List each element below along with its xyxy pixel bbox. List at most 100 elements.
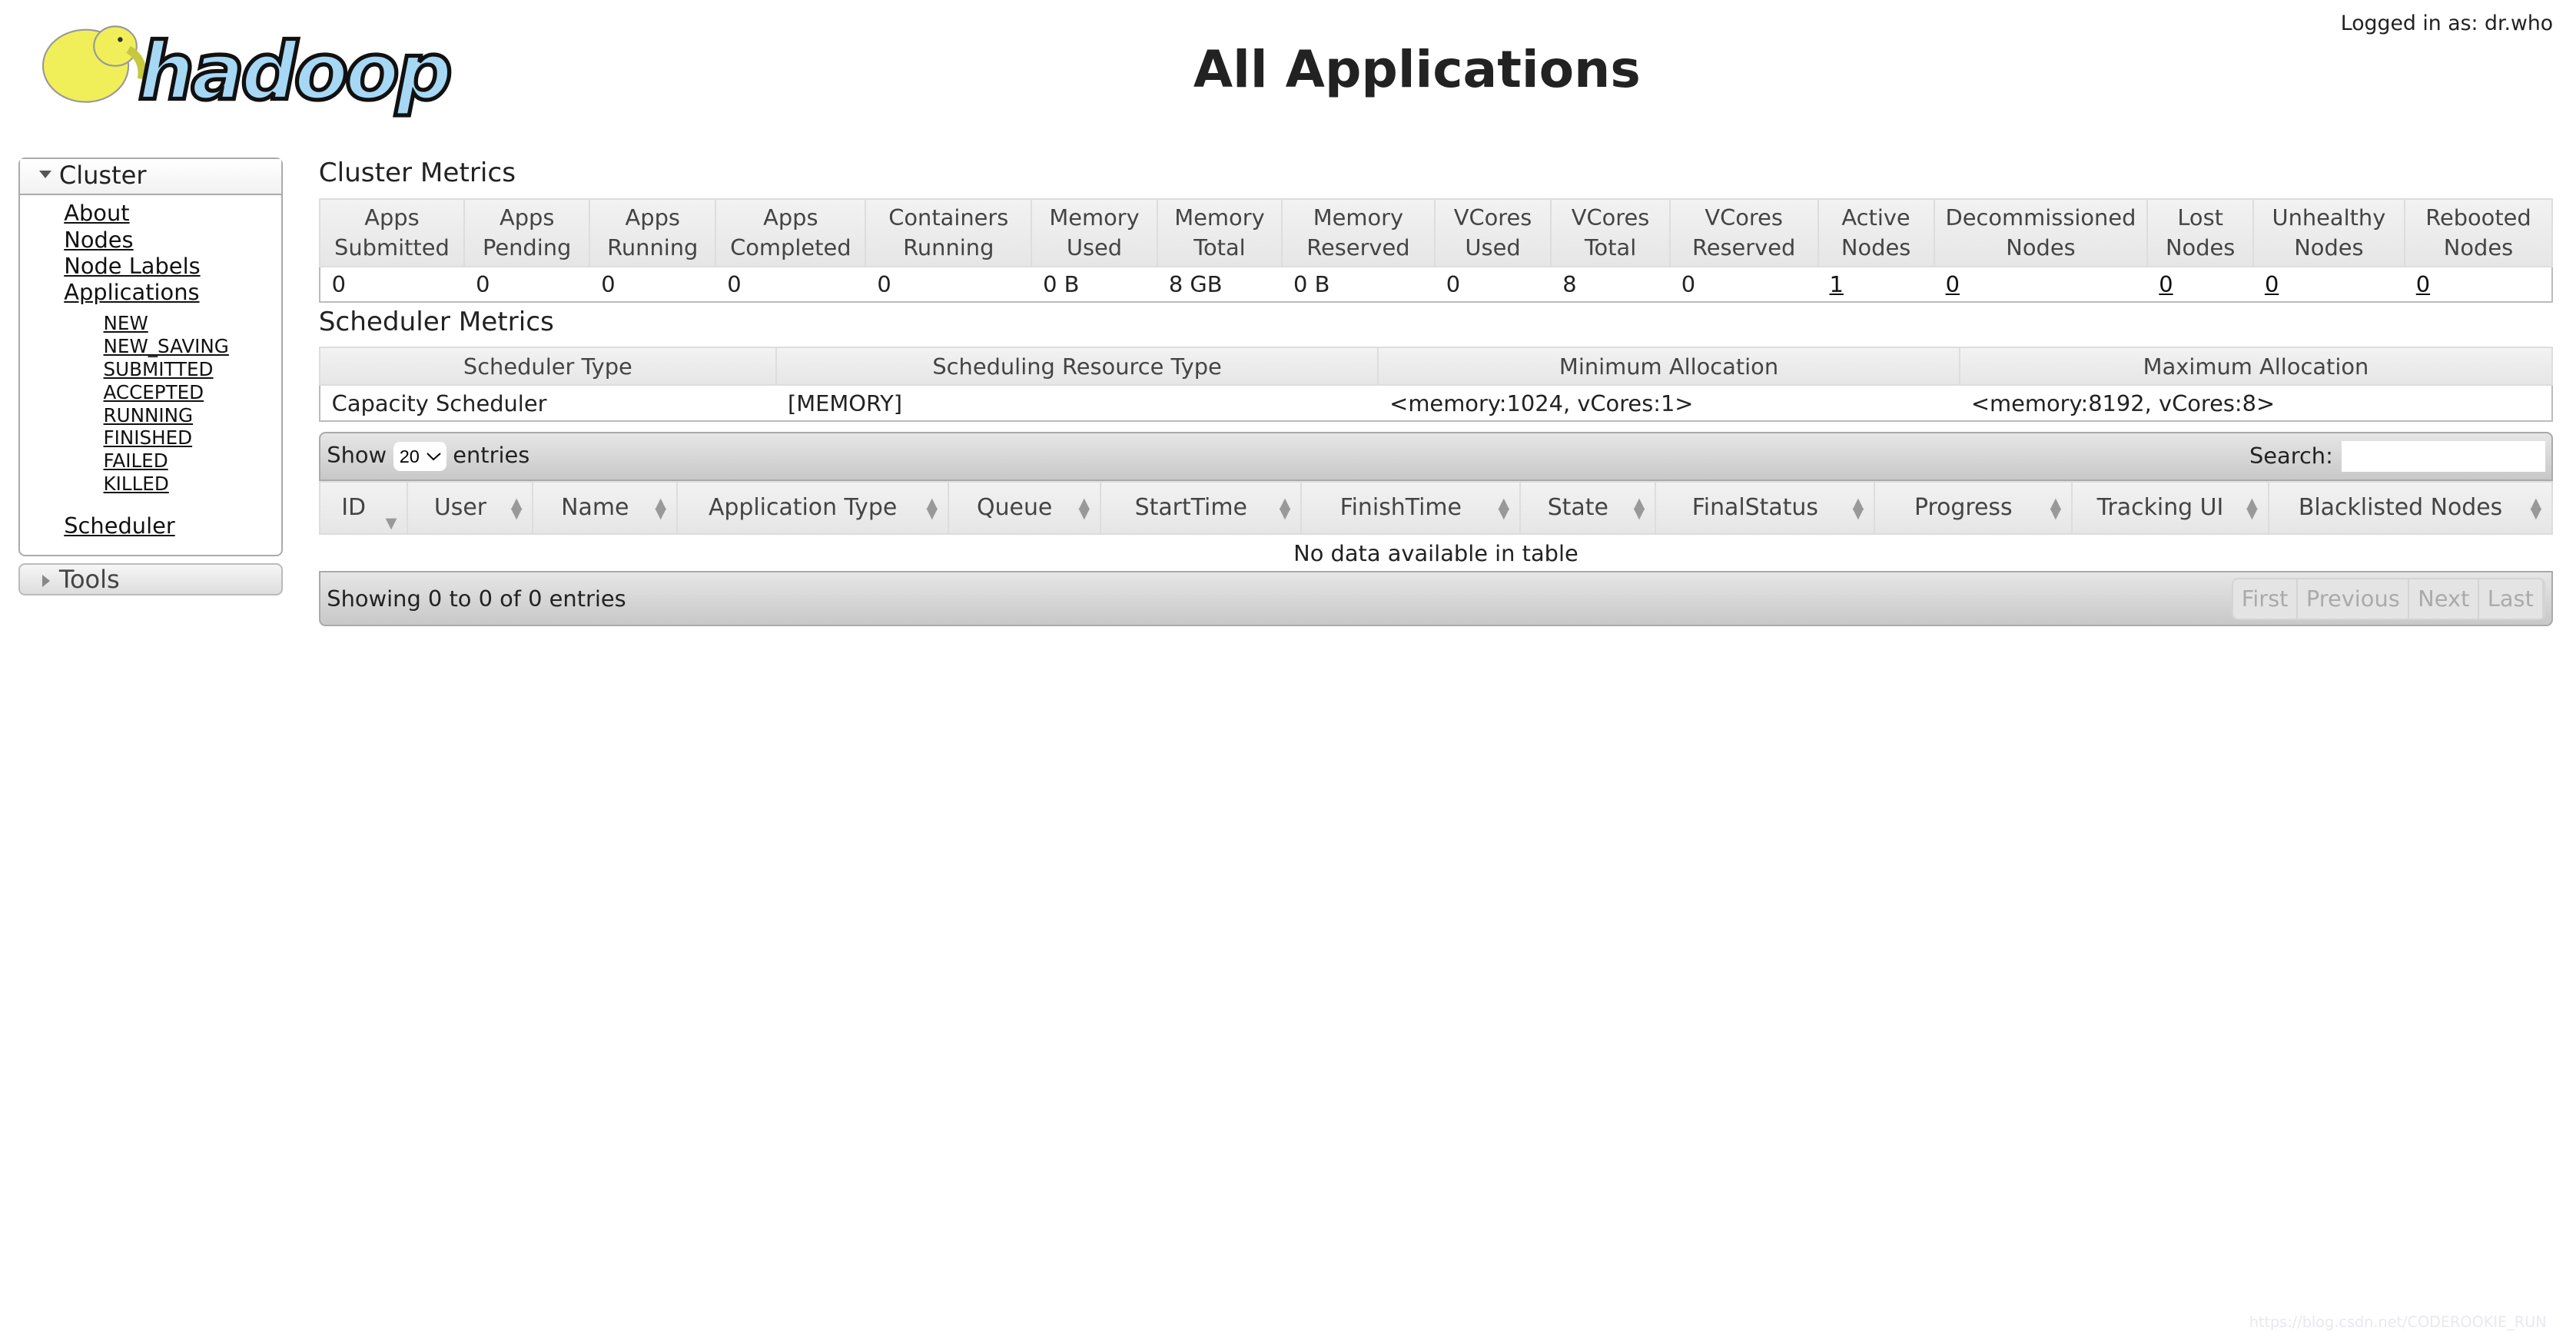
tools-panel[interactable]: Tools [18,562,283,596]
metric-header-line1: Containers [888,204,1009,231]
metric-header-line1: Apps [499,204,555,231]
sort-icon: ▲ ▼ [2246,494,2258,523]
sort-icon: ▲ ▼ [2050,494,2062,523]
metric-header-line1: Apps [364,204,420,231]
column-header[interactable]: Blacklisted Nodes ▲ ▼ [2267,481,2554,536]
sidebar: Cluster About Nodes Node Labels Applicat… [18,158,283,596]
metric-header: Apps Running [589,198,717,267]
column-header[interactable]: Progress ▲ ▼ [1874,481,2073,536]
metric-header-line2: Running [903,234,994,260]
metric-value: 0 [2253,267,2405,303]
metric-link[interactable]: 1 [1829,271,1843,297]
metric-value: 0 B [1293,270,1330,297]
search-input[interactable] [2341,440,2545,473]
column-header[interactable]: StartTime ▲ ▼ [1099,481,1303,536]
metric-header: Active Nodes [1817,198,1935,267]
metric-header-line2: Used [1066,234,1123,260]
nav-state-failed[interactable]: FAILED [104,450,281,473]
nav-state-accepted[interactable]: ACCEPTED [104,381,281,404]
column-label: Queue [977,493,1053,521]
sort-icon: ▲ ▼ [1633,494,1645,523]
metric-header-line2: Nodes [2006,234,2076,260]
column-header[interactable]: ID ▼ [318,481,409,536]
metric-header-line2: Reserved [1691,234,1796,260]
nav-scheduler[interactable]: Scheduler [64,513,281,539]
cluster-header[interactable]: Cluster [19,159,281,196]
metric-header: VCores Reserved [1668,198,1819,267]
column-header[interactable]: FinalStatus ▲ ▼ [1655,481,1876,536]
sort-icon: ▲ ▼ [1078,494,1090,523]
metric-value: 0 [1934,267,2148,303]
column-header[interactable]: FinishTime ▲ ▼ [1300,481,1521,536]
main-content: Cluster Metrics Apps Submitted Apps Pending… [318,154,2554,627]
scheduler-metrics-title: Scheduler Metrics [318,306,554,337]
column-label: User [433,493,487,521]
scheduler-cell: [MEMORY] [787,390,903,416]
column-label: Name [561,493,629,521]
scheduler-cell: Capacity Scheduler [331,390,547,416]
metric-value: 0 [2405,267,2552,303]
column-label: FinalStatus [1691,493,1818,521]
column-header[interactable]: User ▲ ▼ [407,481,534,536]
login-status: Logged in as: dr.who [2340,11,2554,35]
metric-header: Apps Completed [715,198,867,267]
pager-first[interactable]: First [2233,579,2299,619]
watermark: https://blog.csdn.net/CODEROOKIE_RUN [2249,1312,2547,1331]
pager-next[interactable]: Next [2409,579,2480,619]
cluster-panel: Cluster About Nodes Node Labels Applicat… [18,158,283,557]
applications-table: ID ▼ User ▲ ▼ Name ▲ ▼ Application Type ▲ ▼ Queue ▲ ▼… [318,481,2554,571]
nav-state-killed[interactable]: KILLED [104,473,281,496]
metric-header-line1: Memory [1313,204,1404,231]
metric-value: 0 [331,270,347,297]
metric-value: 0 [476,270,490,297]
pager-last[interactable]: Last [2479,579,2544,619]
collapse-icon [42,574,50,587]
metric-header: Rebooted Nodes [2403,198,2554,267]
metric-value: 0 [1446,270,1461,297]
sort-icon: ▲ ▼ [2530,494,2542,523]
metric-link[interactable]: 0 [2265,271,2279,297]
metric-header: VCores Used [1433,198,1552,267]
metric-link[interactable]: 0 [2416,271,2430,297]
column-header[interactable]: Tracking UI ▲ ▼ [2071,481,2269,536]
page-size-select[interactable]: 20 [393,441,446,472]
metric-link[interactable]: 0 [1946,271,1960,297]
metric-header-line1: Rebooted [2425,204,2531,231]
metric-value: 0 [727,270,742,297]
nav-state-running[interactable]: RUNNING [104,404,281,427]
nav-about[interactable]: About [64,200,281,226]
metric-link[interactable]: 0 [2159,271,2173,297]
metric-header-line2: Used [1465,234,1521,260]
sort-icon: ▲ ▼ [926,494,938,523]
cluster-metrics-title: Cluster Metrics [318,158,516,189]
metric-header-line1: Lost [2177,204,2223,231]
scheduler-cell: <memory:1024, vCores:1> [1389,390,1694,416]
metric-header: Decommissioned Nodes [1933,198,2149,267]
metric-header-line1: Apps [625,204,680,231]
pager-previous[interactable]: Previous [2298,579,2410,619]
nav-nodes[interactable]: Nodes [64,227,281,253]
column-label: State [1547,493,1608,521]
column-header[interactable]: Queue ▲ ▼ [948,481,1101,536]
column-header[interactable]: State ▲ ▼ [1519,481,1657,536]
sort-icon: ▲ ▼ [1498,494,1510,523]
metric-value: 1 [1818,267,1934,303]
nav-state-new_saving[interactable]: NEW_SAVING [104,335,281,358]
sort-icon: ▲ ▼ [1852,494,1864,523]
metric-header-line2: Running [607,234,699,260]
table-toolbar: Show 20 entries Search: [318,432,2554,481]
sort-icon: ▲ ▼ [510,494,523,523]
metric-header-line2: Total [1584,234,1637,260]
column-label: Application Type [708,493,898,521]
column-header[interactable]: Name ▲ ▼ [532,481,678,536]
nav-state-new[interactable]: NEW [104,312,281,335]
nav-state-finished[interactable]: FINISHED [104,426,281,450]
show-label: Show [327,442,387,469]
metric-header: Memory Total [1156,198,1283,267]
metric-header: Memory Used [1031,198,1158,267]
nav-state-submitted[interactable]: SUBMITTED [104,358,281,381]
column-header[interactable]: Application Type ▲ ▼ [676,481,950,536]
table-info: Showing 0 to 0 of 0 entries [327,586,626,612]
nav-applications[interactable]: Applications [64,279,281,305]
nav-node-labels[interactable]: Node Labels [64,253,281,279]
